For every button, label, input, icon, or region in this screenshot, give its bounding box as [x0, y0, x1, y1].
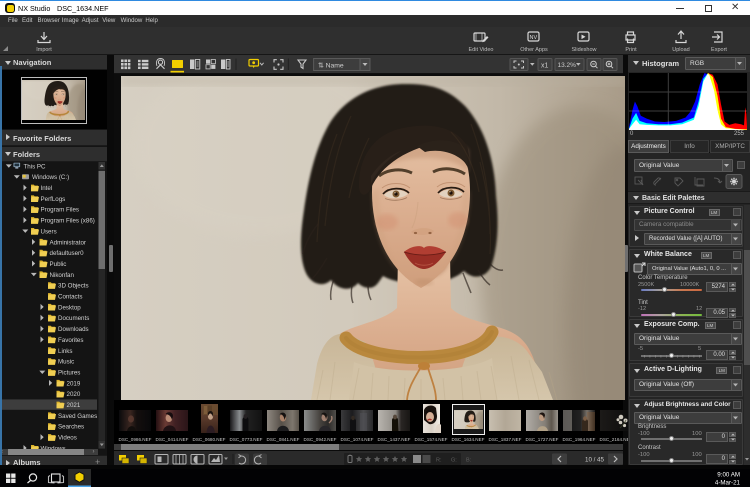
svg-text:Nikonfan: Nikonfan	[50, 272, 75, 279]
svg-text:2021: 2021	[67, 402, 81, 409]
svg-text:Print: Print	[625, 47, 637, 53]
svg-text:G:: G:	[451, 457, 457, 463]
svg-text:Downloads: Downloads	[58, 326, 89, 333]
svg-text:13.2%: 13.2%	[558, 62, 577, 69]
svg-text:Slideshow: Slideshow	[571, 47, 596, 53]
svg-text:Searches: Searches	[58, 424, 84, 431]
svg-text:Export: Export	[711, 47, 727, 53]
svg-text:Program Files: Program Files	[41, 207, 80, 214]
svg-text:Desktop: Desktop	[58, 304, 81, 311]
svg-text:Public: Public	[50, 261, 67, 268]
svg-text:Administrator: Administrator	[50, 239, 86, 246]
svg-text:10 / 45: 10 / 45	[585, 456, 604, 463]
svg-text:2019: 2019	[67, 380, 81, 387]
svg-text:Program Files (x86): Program Files (x86)	[41, 218, 95, 225]
svg-text:9:00 AM: 9:00 AM	[717, 472, 740, 479]
svg-text:PerfLogs: PerfLogs	[41, 196, 66, 203]
svg-text:NV: NV	[530, 35, 538, 41]
svg-text:Intel: Intel	[41, 185, 53, 192]
svg-text:Import: Import	[36, 47, 52, 53]
svg-text:defaultuser0: defaultuser0	[50, 250, 85, 257]
svg-text:Links: Links	[58, 348, 72, 355]
svg-text:Windows (C:): Windows (C:)	[32, 174, 69, 181]
svg-text:Saved Games: Saved Games	[58, 413, 97, 420]
svg-text:Edit Video: Edit Video	[469, 47, 494, 53]
svg-text:Favorites: Favorites	[58, 337, 83, 344]
svg-text:2020: 2020	[67, 391, 81, 398]
svg-text:Documents: Documents	[58, 315, 89, 322]
svg-text:⇅ Name: ⇅ Name	[318, 62, 344, 69]
svg-text:Contacts: Contacts	[58, 294, 82, 301]
svg-text:This PC: This PC	[24, 163, 47, 170]
svg-text:4-Mar-21: 4-Mar-21	[715, 480, 741, 487]
svg-text:Upload: Upload	[672, 47, 689, 53]
svg-text:x1: x1	[541, 63, 549, 70]
svg-text:Music: Music	[58, 359, 74, 366]
svg-text:Users: Users	[41, 228, 57, 235]
svg-text:Videos: Videos	[58, 435, 77, 442]
svg-text:Other Apps: Other Apps	[520, 47, 548, 53]
svg-text:Pictures: Pictures	[58, 370, 80, 377]
svg-text:B:: B:	[466, 457, 472, 463]
svg-text:3D Objects: 3D Objects	[58, 283, 89, 290]
svg-text:R:: R:	[436, 457, 442, 463]
